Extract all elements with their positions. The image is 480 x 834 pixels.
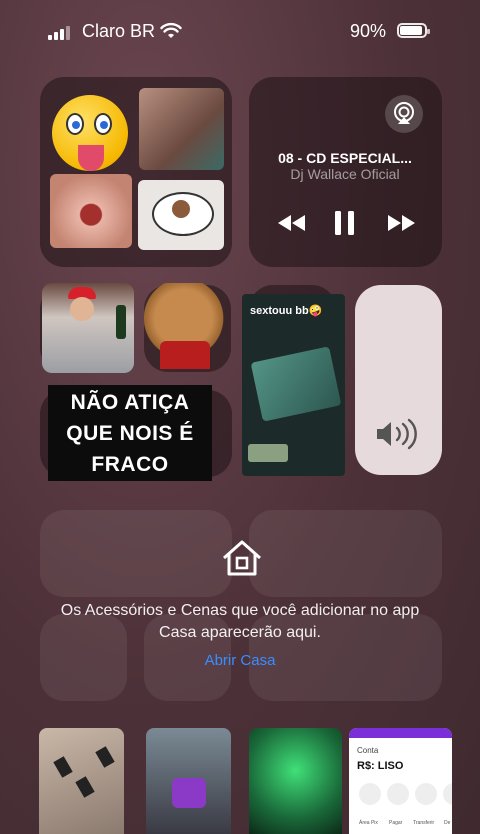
home-empty-message: Os Acessórios e Cenas que você adicionar… bbox=[60, 602, 420, 641]
face-sticker bbox=[50, 174, 132, 248]
thumbnail-3[interactable] bbox=[249, 728, 342, 834]
teddy-bear-sticker bbox=[144, 283, 232, 371]
video-sticker: sextouu bb🤪 bbox=[242, 294, 345, 476]
home-icon bbox=[223, 540, 261, 576]
next-icon[interactable] bbox=[383, 208, 419, 238]
cartoon-sticker bbox=[138, 180, 224, 250]
home-placeholder-1 bbox=[40, 510, 232, 597]
bank-action: Pagar bbox=[389, 820, 403, 826]
barcode-icon bbox=[387, 783, 409, 805]
meme-line-3: FRACO bbox=[91, 453, 169, 476]
battery-icon bbox=[397, 23, 430, 38]
bank-action: De bbox=[444, 820, 451, 826]
pause-icon[interactable] bbox=[327, 208, 363, 238]
cellular-signal-icon bbox=[48, 24, 74, 40]
speaker-icon bbox=[377, 418, 417, 450]
emoji-sticker bbox=[52, 95, 128, 171]
battery-percentage: 90% bbox=[350, 21, 387, 41]
thumbnail-bank-app[interactable]: Conta R$: LISO Área Pix Pagar Transferir… bbox=[349, 728, 452, 834]
status-bar: Claro BR 90% bbox=[0, 18, 480, 46]
video-caption: sextouu bb🤪 bbox=[250, 305, 323, 317]
open-home-link[interactable]: Abrir Casa bbox=[140, 652, 340, 669]
thumbnail-2[interactable] bbox=[146, 728, 231, 834]
volume-slider[interactable] bbox=[355, 285, 442, 475]
pix-icon bbox=[359, 783, 381, 805]
carrier-name: Claro BR bbox=[82, 21, 156, 41]
transfer-icon bbox=[415, 783, 437, 805]
track-title: 08 - CD ESPECIAL... bbox=[278, 150, 412, 166]
photo-sticker bbox=[139, 88, 224, 170]
meme-text-sticker: NÃO ATIÇA QUE NOIS É FRACO bbox=[48, 385, 212, 481]
bank-balance: R$: LISO bbox=[357, 760, 404, 772]
wifi-icon bbox=[160, 22, 182, 38]
bank-account-label: Conta bbox=[357, 746, 379, 755]
man-sticker bbox=[42, 283, 134, 373]
bank-action: Transferir bbox=[413, 820, 435, 826]
airplay-icon[interactable] bbox=[385, 95, 423, 133]
previous-icon[interactable] bbox=[274, 208, 310, 238]
meme-line-2: QUE NOIS É bbox=[66, 422, 194, 445]
meme-line-1: NÃO ATIÇA bbox=[70, 391, 190, 414]
bank-action: Área Pix bbox=[359, 820, 378, 826]
track-artist: Dj Wallace Oficial bbox=[290, 166, 400, 182]
deposit-icon bbox=[443, 783, 452, 805]
thumbnail-1[interactable] bbox=[39, 728, 124, 834]
home-placeholder-2 bbox=[249, 510, 442, 597]
